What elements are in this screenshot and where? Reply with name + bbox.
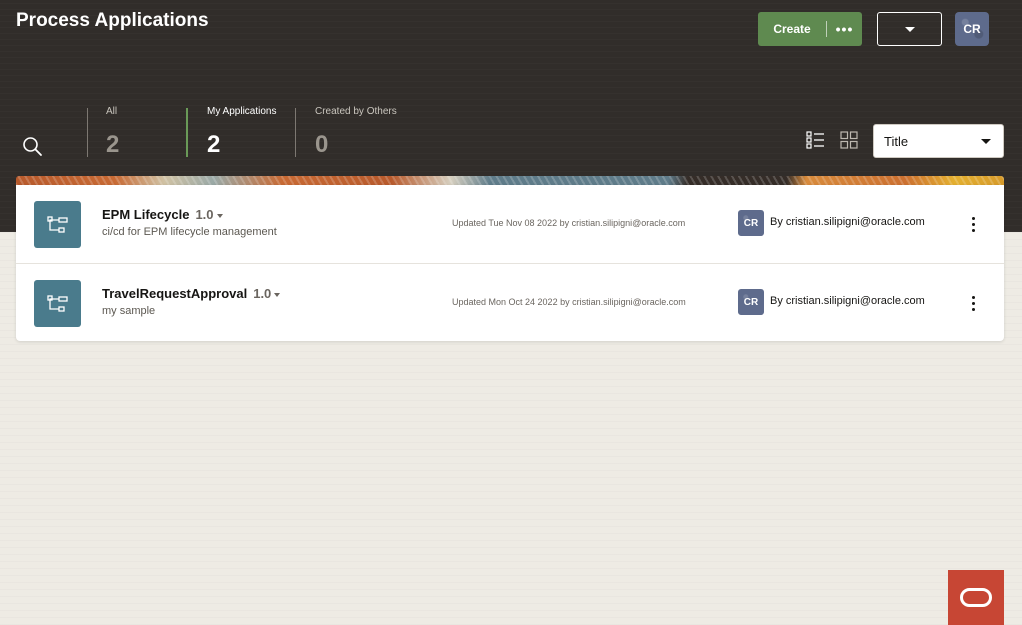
process-flow-icon [46, 215, 68, 233]
create-button-label[interactable]: Create [758, 22, 826, 36]
tab-my-applications-count: 2 [207, 131, 221, 158]
list-view-icon[interactable] [806, 131, 825, 149]
more-options-icon[interactable]: ••• [827, 21, 862, 37]
search-icon[interactable] [22, 136, 43, 157]
user-avatar[interactable]: CR [955, 12, 989, 46]
tab-all-label: All [106, 106, 118, 117]
tab-divider [295, 108, 296, 157]
version-select[interactable]: 1.0 [253, 286, 281, 301]
chevron-down-icon [216, 213, 223, 218]
owner-label: By cristian.silipigni@oracle.com [770, 216, 925, 228]
version-select[interactable]: 1.0 [195, 207, 223, 222]
tab-created-by-others-count: 0 [315, 131, 329, 158]
list-item[interactable]: TravelRequestApproval 1.0 my sample Updat… [16, 263, 1004, 341]
tab-my-applications[interactable]: My Applications 2 [207, 106, 276, 164]
kebab-menu-icon[interactable] [961, 292, 985, 314]
tab-all[interactable]: All 2 [106, 106, 119, 164]
application-name[interactable]: EPM Lifecycle 1.0 [102, 207, 223, 222]
process-application-icon[interactable] [34, 201, 81, 248]
chevron-down-icon [274, 292, 281, 297]
oracle-logo-icon [960, 588, 992, 607]
owner-label: By cristian.silipigni@oracle.com [770, 295, 925, 307]
list-item[interactable]: EPM Lifecycle 1.0 ci/cd for EPM lifecycle… [16, 185, 1004, 263]
updated-info: Updated Mon Oct 24 2022 by cristian.sili… [452, 297, 686, 307]
application-description: ci/cd for EPM lifecycle management [102, 226, 277, 238]
chevron-down-icon [904, 26, 915, 32]
owner-avatar: CR [738, 289, 764, 315]
sort-select-value: Title [884, 133, 909, 149]
tab-my-applications-label: My Applications [207, 106, 277, 117]
options-dropdown-button[interactable] [877, 12, 942, 46]
page-title: Process Applications [16, 10, 209, 31]
process-application-icon[interactable] [34, 280, 81, 327]
version-label[interactable]: 1.0 [253, 286, 271, 301]
application-name[interactable]: TravelRequestApproval 1.0 [102, 286, 281, 301]
process-flow-icon [46, 294, 68, 312]
grid-view-icon[interactable] [840, 131, 858, 149]
application-name-text[interactable]: TravelRequestApproval [102, 286, 247, 301]
application-list: EPM Lifecycle 1.0 ci/cd for EPM lifecycle… [16, 185, 1004, 341]
create-button[interactable]: Create ••• [758, 12, 862, 46]
sort-select[interactable]: Title [873, 124, 1004, 158]
owner-avatar: CR [738, 210, 764, 236]
chevron-down-icon [981, 138, 991, 144]
tab-created-by-others-label: Created by Others [315, 106, 397, 117]
tab-created-by-others[interactable]: Created by Others 0 [315, 106, 397, 164]
tab-divider [87, 108, 88, 157]
updated-info: Updated Tue Nov 08 2022 by cristian.sili… [452, 218, 686, 228]
application-name-text[interactable]: EPM Lifecycle [102, 207, 189, 222]
version-label[interactable]: 1.0 [195, 207, 213, 222]
kebab-menu-icon[interactable] [961, 213, 985, 235]
tab-divider-active [186, 108, 188, 157]
oracle-logo-button[interactable] [948, 570, 1004, 625]
application-description: my sample [102, 305, 156, 317]
tab-all-count: 2 [106, 131, 120, 158]
